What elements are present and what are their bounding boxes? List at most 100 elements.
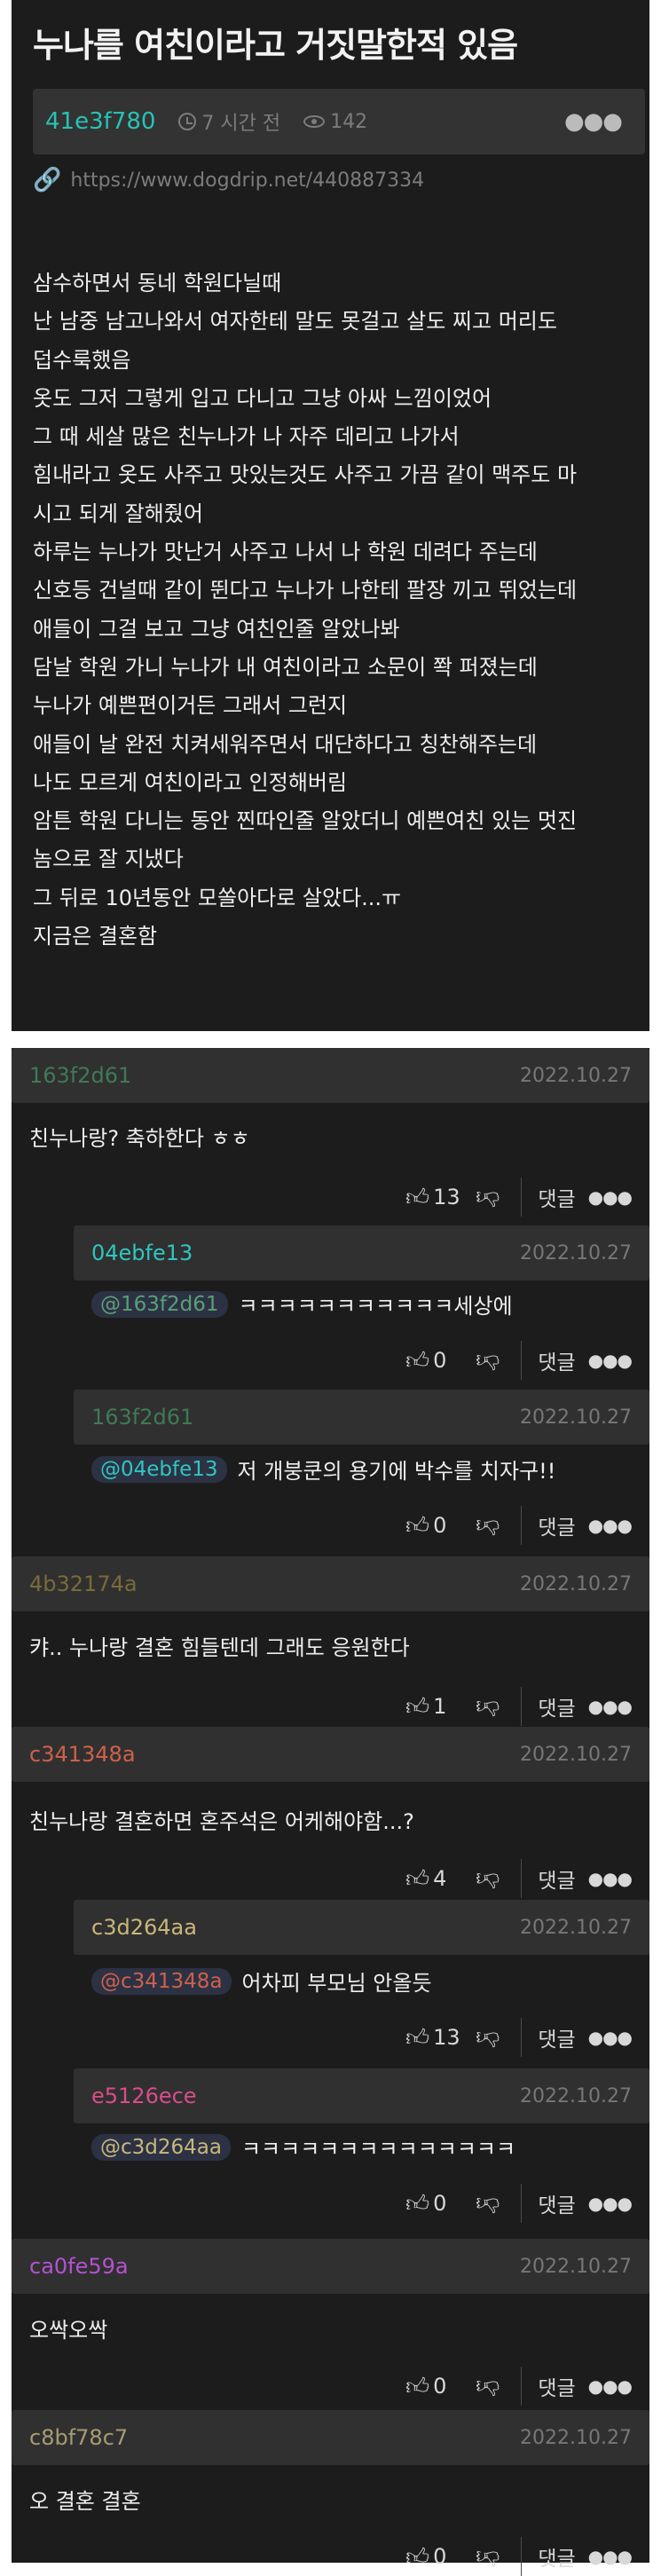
thumbs-up-icon[interactable]: 👍︎ — [405, 2543, 429, 2571]
thumbs-down-icon[interactable]: 👍︎ — [476, 1512, 500, 1540]
comment-author[interactable]: c341348a — [29, 1742, 136, 1767]
comment-body: 친누나랑 결혼하면 혼주석은 어케해야함...? — [29, 1804, 414, 1835]
comment-more-icon[interactable]: ●●● — [588, 1186, 633, 1208]
comment-more-icon[interactable]: ●●● — [588, 1350, 633, 1371]
comment-author[interactable]: 4b32174a — [29, 1572, 138, 1596]
thumbs-down-icon[interactable]: 👍︎ — [476, 1865, 500, 1893]
thumbs-down-icon[interactable]: 👍︎ — [476, 1184, 500, 1211]
reply-button[interactable]: 댓글 — [538, 1691, 575, 1721]
comment-body: 친누나랑? 축하한다 ㅎㅎ — [29, 1121, 250, 1152]
comment-author[interactable]: c3d264aa — [91, 1915, 197, 1940]
reply-button[interactable]: 댓글 — [538, 1863, 575, 1894]
comment-date: 2022.10.27 — [520, 1743, 632, 1766]
comment-mention[interactable]: @c341348a — [91, 1967, 232, 1995]
comment-author[interactable]: 163f2d61 — [29, 1063, 131, 1088]
comment-mention[interactable]: @04ebfe13 — [91, 1455, 227, 1483]
comment-author[interactable]: e5126ece — [91, 2084, 197, 2108]
post-body-line: 신호등 건널때 같이 뛴다고 누나가 나한테 팔장 끼고 뛰었는데 — [33, 578, 578, 603]
comment-actions: 👍︎ 1 👍︎ 댓글 ●●● — [405, 1687, 633, 1726]
reply-button[interactable]: 댓글 — [538, 2541, 575, 2572]
comment-text: 친누나랑? 축하한다 ㅎㅎ — [29, 1126, 250, 1151]
comment-mention[interactable]: @c3d264aa — [91, 2133, 231, 2161]
like-count: 0 — [433, 2191, 447, 2216]
post-body-line: 옷도 그저 그렇게 입고 다니고 그냥 아싸 느낌이었어 — [33, 385, 492, 411]
comment-date: 2022.10.27 — [520, 1572, 632, 1595]
more-options-icon[interactable]: ●●● — [564, 108, 623, 135]
thumbs-up-icon[interactable]: 👍︎ — [405, 1512, 429, 1540]
comment-more-icon[interactable]: ●●● — [588, 1515, 633, 1536]
post-body-line: 누나가 예쁜편이거든 그래서 그런지 — [33, 693, 348, 719]
post-body-line: 담날 학원 가니 누나가 내 여친이라고 소문이 쫙 퍼졌는데 — [33, 654, 538, 680]
thumbs-up-icon[interactable]: 👍︎ — [405, 2190, 429, 2218]
comment-body: @c341348a 어차피 부모님 안올듯 — [91, 1965, 432, 1997]
clock-icon — [178, 113, 197, 130]
thumbs-up-icon[interactable]: 👍︎ — [405, 1693, 429, 1721]
comment-author[interactable]: 04ebfe13 — [91, 1241, 193, 1265]
reply-button[interactable]: 댓글 — [538, 2188, 575, 2218]
reply-button[interactable]: 댓글 — [538, 2371, 575, 2401]
comment-more-icon[interactable]: ●●● — [588, 1868, 633, 1889]
comment-header: c8bf78c7 2022.10.27 — [12, 2410, 649, 2465]
reply-button[interactable]: 댓글 — [538, 2022, 575, 2052]
post-permalink[interactable]: 🔗 https://www.dogdrip.net/440887334 — [33, 167, 424, 193]
comment-body: 캬.. 누나랑 결혼 힘들텐데 그래도 응원한다 — [29, 1630, 410, 1661]
comment-body: @04ebfe13 저 개붕쿤의 용기에 박수를 치자구!! — [91, 1453, 555, 1485]
thumbs-down-icon[interactable]: 👍︎ — [476, 1693, 500, 1721]
thumbs-up-icon[interactable]: 👍︎ — [405, 1184, 429, 1211]
thumbs-up-icon[interactable]: 👍︎ — [405, 1865, 429, 1893]
comment-body: @c3d264aa ㅋㅋㅋㅋㅋㅋㅋㅋㅋㅋㅋㅋㅋㅋ — [91, 2131, 515, 2162]
thumbs-up-icon[interactable]: 👍︎ — [405, 2373, 429, 2400]
reply-button[interactable]: 댓글 — [538, 1182, 575, 1212]
comment-text: 친누나랑 결혼하면 혼주석은 어케해야함...? — [29, 1809, 414, 1834]
comment-header: c341348a 2022.10.27 — [12, 1727, 649, 1782]
like-count: 1 — [433, 1694, 447, 1719]
post-views: 142 — [303, 111, 367, 133]
comment-date: 2022.10.27 — [520, 1406, 632, 1429]
comment-text: 캬.. 누나랑 결혼 힘들텐데 그래도 응원한다 — [29, 1635, 410, 1660]
comment-actions: 👍︎ 0 👍︎ 댓글 ●●● — [405, 2537, 633, 2576]
comment-author[interactable]: 163f2d61 — [91, 1405, 193, 1430]
post-body-line: 암튼 학원 다니는 동안 찐따인줄 알았더니 예쁜여친 있는 멋진 — [33, 808, 578, 834]
thumbs-down-icon[interactable]: 👍︎ — [476, 2190, 500, 2218]
comment-more-icon[interactable]: ●●● — [588, 2546, 633, 2567]
reply-button[interactable]: 댓글 — [538, 1345, 575, 1375]
comment-author[interactable]: ca0fe59a — [29, 2254, 129, 2279]
comment-item: c341348a 2022.10.27 친누나랑 결혼하면 혼주석은 어케해야함… — [12, 1727, 649, 1898]
thumbs-up-icon[interactable]: 👍︎ — [405, 1347, 429, 1375]
post-body-line: 놈으로 잘 지냈다 — [33, 847, 184, 872]
comment-header: 163f2d61 2022.10.27 — [74, 1390, 649, 1445]
comment-item: 04ebfe13 2022.10.27 @163f2d61 ㅋㅋㅋㅋㅋㅋㅋㅋㅋㅋ… — [74, 1225, 649, 1380]
action-divider — [521, 1341, 523, 1380]
comment-date: 2022.10.27 — [520, 2084, 632, 2107]
comment-more-icon[interactable]: ●●● — [588, 2375, 633, 2397]
post-body-line: 난 남중 남고나와서 여자한테 말도 못걸고 살도 찌고 머리도 — [33, 309, 557, 335]
like-count: 13 — [433, 2025, 460, 2050]
comment-author[interactable]: c8bf78c7 — [29, 2425, 128, 2450]
post-link-text[interactable]: https://www.dogdrip.net/440887334 — [70, 169, 424, 192]
thumbs-up-icon[interactable]: 👍︎ — [405, 2024, 429, 2052]
comment-body: @163f2d61 ㅋㅋㅋㅋㅋㅋㅋㅋㅋㅋㅋ세상에 — [91, 1288, 513, 1320]
comment-more-icon[interactable]: ●●● — [588, 2193, 633, 2214]
action-divider — [521, 2537, 523, 2576]
comment-mention[interactable]: @163f2d61 — [91, 1290, 228, 1318]
post-card: 누나를 여친이라고 거짓말한적 있음 41e3f780 7 시간 전 142 ●… — [12, 0, 649, 1031]
like-count: 0 — [433, 1348, 447, 1373]
comment-actions: 👍︎ 4 👍︎ 댓글 ●●● — [405, 1859, 633, 1898]
thumbs-down-icon[interactable]: 👍︎ — [476, 1347, 500, 1375]
comment-header: 04ebfe13 2022.10.27 — [74, 1225, 649, 1280]
post-meta-bar: 41e3f780 7 시간 전 142 ●●● — [33, 89, 645, 154]
post-author[interactable]: 41e3f780 — [45, 108, 155, 135]
like-count: 13 — [433, 1185, 460, 1209]
thumbs-down-icon[interactable]: 👍︎ — [476, 2543, 500, 2571]
action-divider — [521, 2367, 523, 2406]
comment-more-icon[interactable]: ●●● — [588, 1696, 633, 1717]
comment-text: 오 결혼 결혼 — [29, 2489, 141, 2514]
action-divider — [521, 1178, 523, 1217]
post-body-line: 그 뒤로 10년동안 모쏠아다로 살았다...ㅠ — [33, 885, 402, 910]
thumbs-down-icon[interactable]: 👍︎ — [476, 2024, 500, 2052]
comment-body: 오싹오싹 — [29, 2312, 107, 2344]
comment-more-icon[interactable]: ●●● — [588, 2027, 633, 2048]
like-count: 4 — [433, 1866, 447, 1891]
reply-button[interactable]: 댓글 — [538, 1510, 575, 1540]
thumbs-down-icon[interactable]: 👍︎ — [476, 2373, 500, 2400]
